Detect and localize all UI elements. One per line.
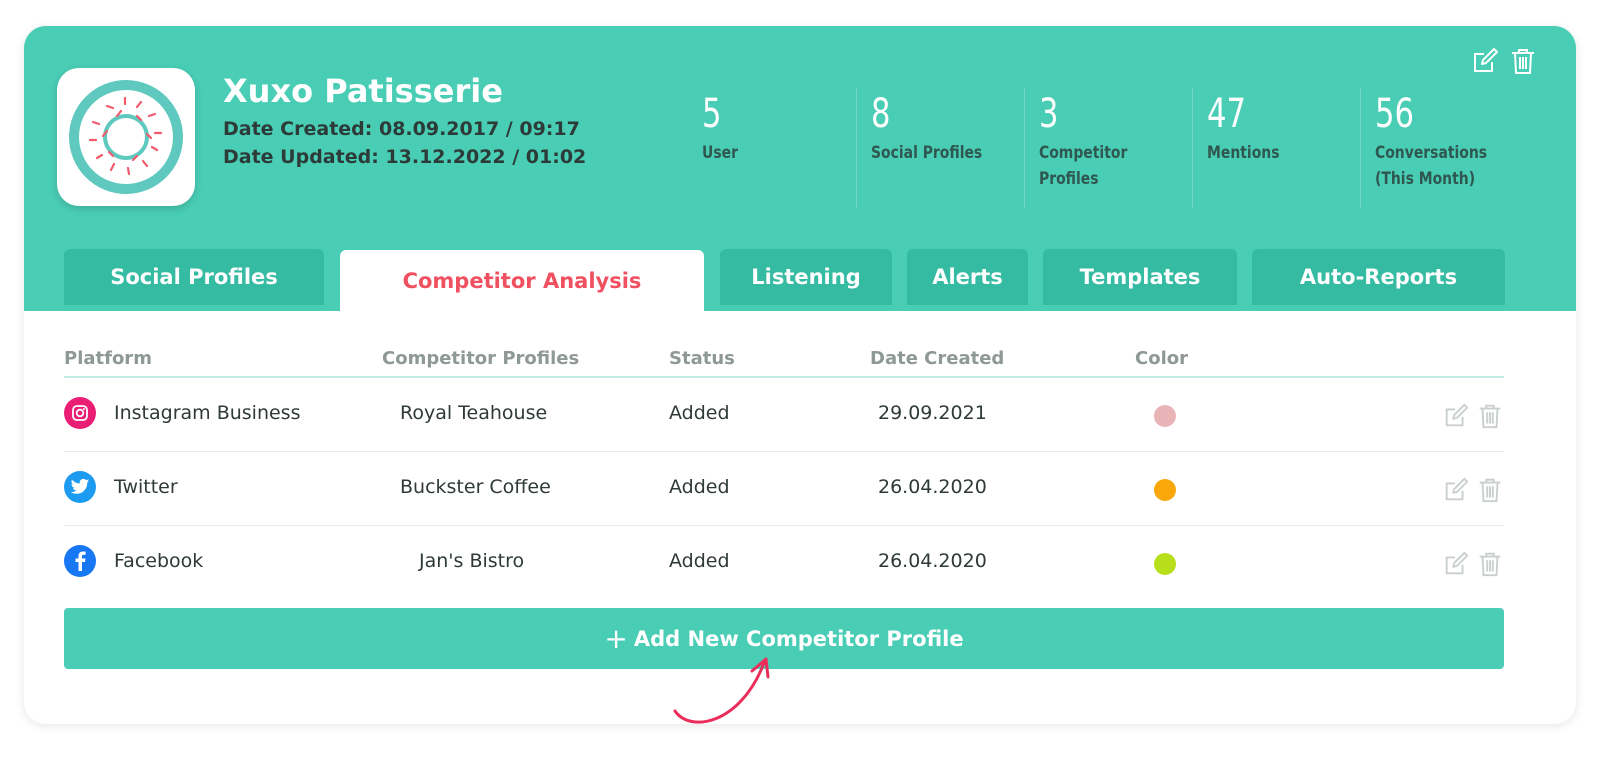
competitor-name: Buckster Coffee (400, 476, 551, 498)
edit-icon[interactable] (1470, 46, 1500, 76)
table-header: Platform Competitor Profiles Status Date… (64, 342, 1504, 378)
row-actions (1442, 476, 1504, 504)
trash-icon[interactable] (1476, 402, 1504, 430)
platform-name: Instagram Business (114, 402, 301, 424)
tab-templates[interactable]: Templates (1043, 249, 1237, 305)
tab-listening[interactable]: Listening (720, 249, 892, 305)
edit-icon[interactable] (1442, 402, 1470, 430)
stat-value: 8 (871, 91, 891, 137)
date-created: 26.04.2020 (878, 476, 987, 498)
header-actions (1470, 46, 1538, 76)
status-text: Added (669, 402, 730, 424)
account-card: Xuxo Patisserie Date Created: 08.09.2017… (24, 26, 1576, 724)
date-created: 29.09.2021 (878, 402, 987, 424)
table-row: Facebook Jan's Bistro Added 26.04.2020 (64, 526, 1504, 600)
annotation-arrow (673, 657, 770, 724)
stat-value: 5 (702, 91, 722, 137)
stat-mentions: 47 Mentions (1192, 88, 1360, 208)
stat-value: 3 (1039, 91, 1059, 137)
stat-label: User (702, 143, 738, 163)
stat-label: Mentions (1207, 143, 1280, 163)
facebook-icon (64, 545, 96, 577)
date-updated: Date Updated: 13.12.2022 / 01:02 (223, 146, 587, 168)
plus-icon: + (604, 621, 628, 655)
account-header: Xuxo Patisserie Date Created: 08.09.2017… (24, 26, 1576, 312)
stat-conversations: 56 Conversations (This Month) (1360, 88, 1528, 208)
row-actions (1442, 402, 1504, 430)
tab-alerts[interactable]: Alerts (907, 249, 1028, 305)
color-swatch[interactable] (1154, 479, 1176, 501)
date-created: Date Created: 08.09.2017 / 09:17 (223, 118, 580, 140)
column-header-color: Color (1135, 348, 1188, 369)
table-row: Instagram Business Royal Teahouse Added … (64, 378, 1504, 452)
stat-users: 5 User (688, 88, 856, 208)
color-swatch[interactable] (1154, 553, 1176, 575)
tab-social-profiles[interactable]: Social Profiles (64, 249, 324, 305)
status-text: Added (669, 550, 730, 572)
stat-label: Social Profiles (871, 143, 983, 163)
add-competitor-button[interactable]: + Add New Competitor Profile (64, 608, 1504, 669)
stat-social-profiles: 8 Social Profiles (856, 88, 1024, 208)
stat-competitor-profiles: 3 Competitor Profiles (1024, 88, 1192, 208)
instagram-icon (64, 397, 96, 429)
stat-label: Conversations (This Month) (1375, 143, 1488, 189)
color-swatch[interactable] (1154, 405, 1176, 427)
stat-label: Competitor Profiles (1039, 143, 1128, 189)
date-created: 26.04.2020 (878, 550, 987, 572)
twitter-icon (64, 471, 96, 503)
status-text: Added (669, 476, 730, 498)
competitor-name: Royal Teahouse (400, 402, 548, 424)
column-header-date-created: Date Created (870, 348, 1005, 369)
column-header-status: Status (669, 348, 735, 369)
platform-name: Facebook (114, 550, 204, 572)
tab-competitor-analysis[interactable]: Competitor Analysis (340, 250, 704, 312)
stat-value: 56 (1375, 91, 1414, 137)
account-name: Xuxo Patisserie (223, 72, 503, 110)
edit-icon[interactable] (1442, 550, 1470, 578)
platform-name: Twitter (114, 476, 178, 498)
stat-value: 47 (1207, 91, 1246, 137)
row-actions (1442, 550, 1504, 578)
trash-icon[interactable] (1476, 550, 1504, 578)
column-header-competitor-profiles: Competitor Profiles (382, 348, 580, 369)
trash-icon[interactable] (1508, 46, 1538, 76)
tab-auto-reports[interactable]: Auto-Reports (1252, 249, 1505, 305)
trash-icon[interactable] (1476, 476, 1504, 504)
competitor-name: Jan's Bistro (419, 550, 525, 572)
table-row: Twitter Buckster Coffee Added 26.04.2020 (64, 452, 1504, 526)
brand-logo (57, 68, 195, 206)
edit-icon[interactable] (1442, 476, 1470, 504)
column-header-platform: Platform (64, 348, 152, 369)
stats-bar: 5 User 8 Social Profiles 3 Competitor Pr… (688, 88, 1528, 208)
donut-icon (69, 80, 183, 194)
